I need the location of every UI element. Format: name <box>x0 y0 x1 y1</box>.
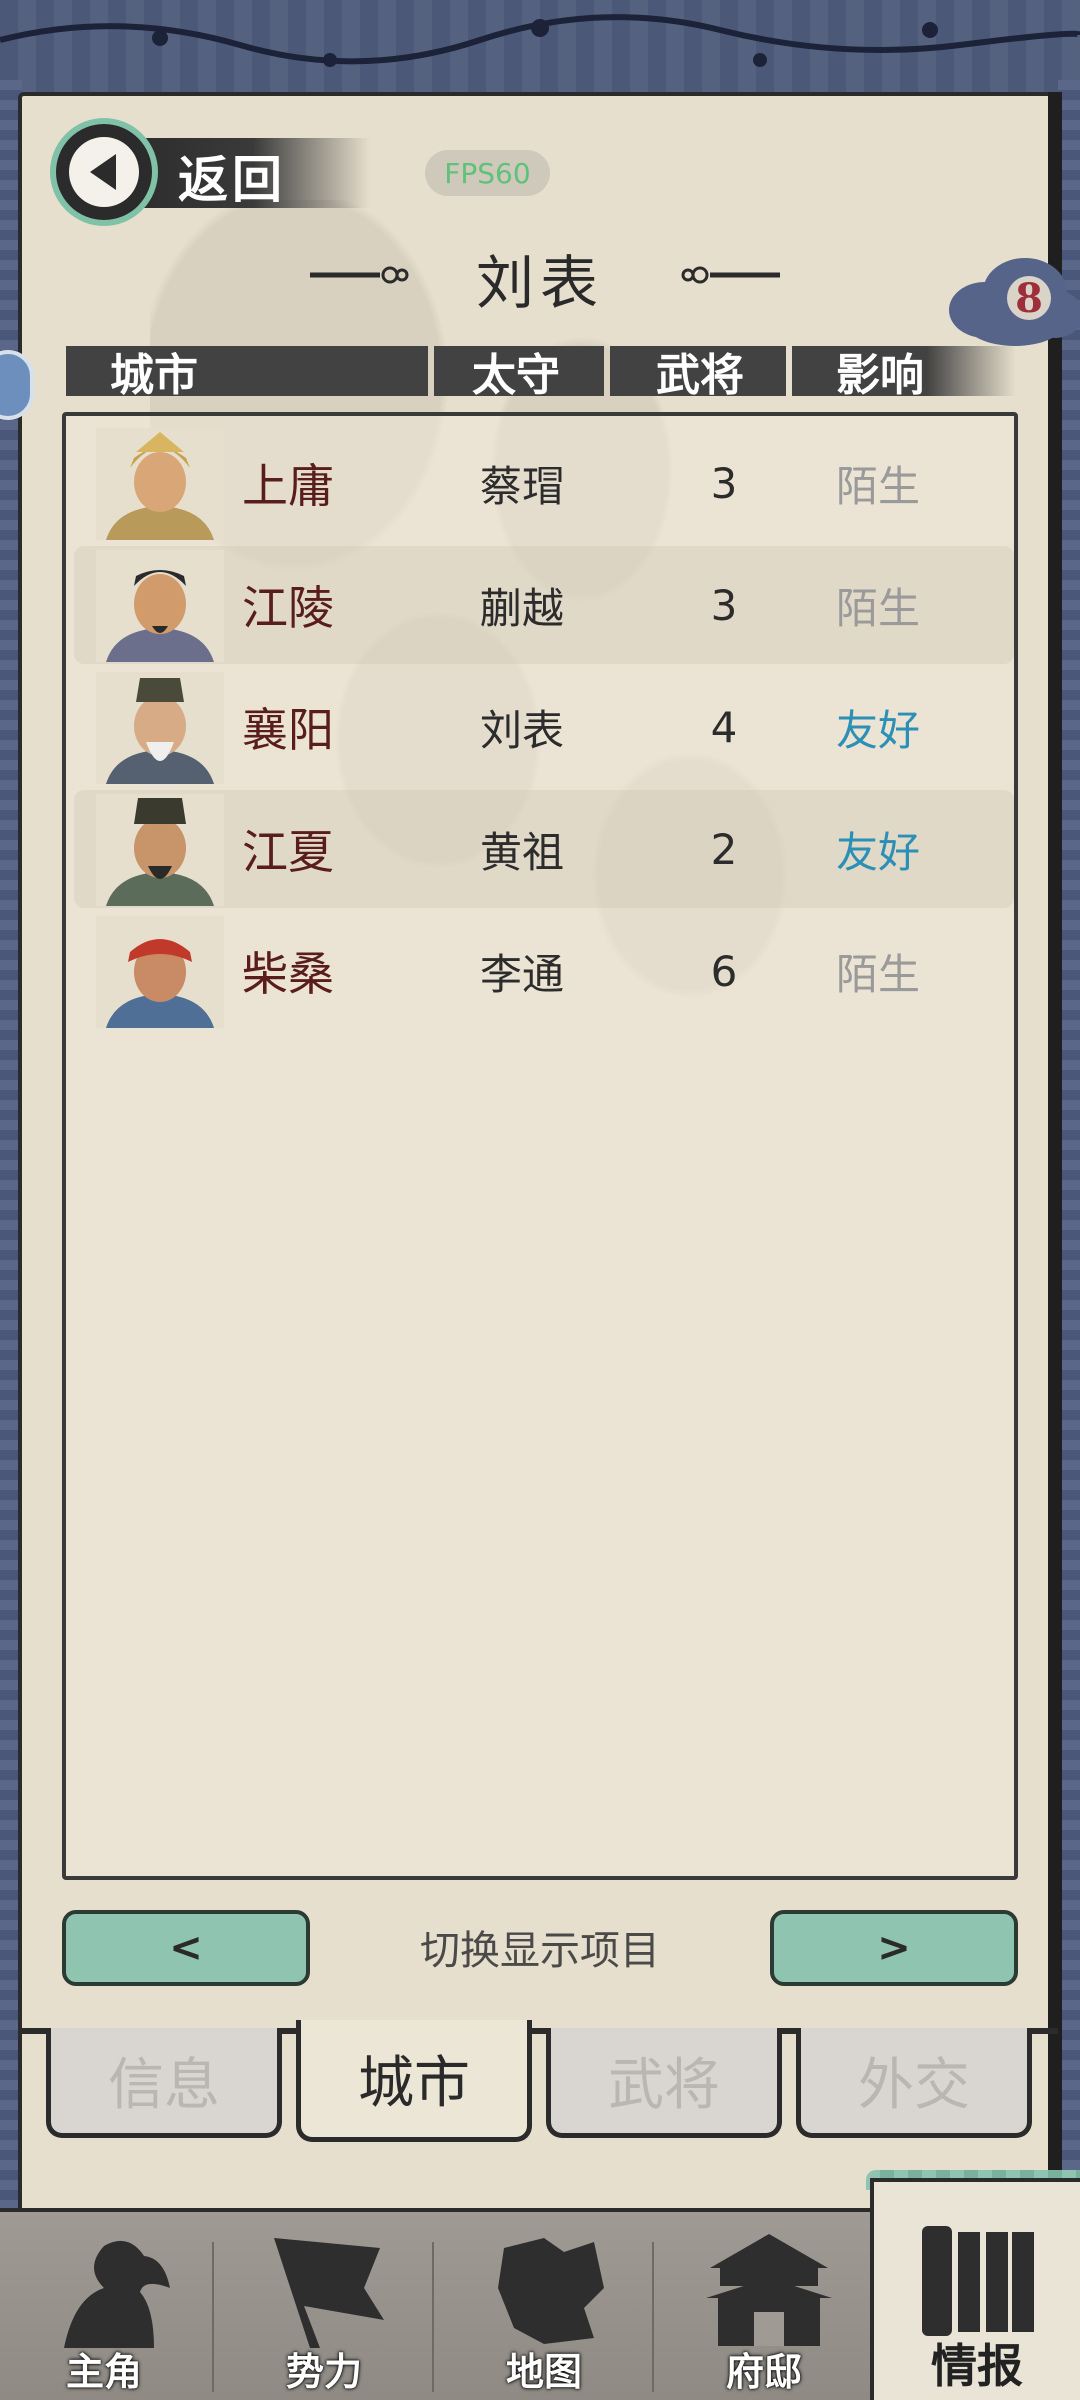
nav-separator <box>652 2242 654 2392</box>
column-header-influence: 影响 <box>836 350 924 401</box>
influence-status: 友好 <box>836 705 921 755</box>
column-header-generals: 武将 <box>656 350 744 401</box>
general-count: 6 <box>710 946 738 996</box>
flag-icon <box>274 2238 384 2348</box>
nav-hero-label: 主角 <box>65 2349 142 2394</box>
nav-mansion[interactable]: 府邸 <box>664 2212 864 2400</box>
influence-status: 陌生 <box>836 949 921 999</box>
back-circle <box>50 118 158 226</box>
prev-page-button[interactable]: < <box>62 1910 310 1986</box>
back-button[interactable]: 返回 <box>50 118 370 228</box>
nav-faction[interactable]: 势力 <box>224 2212 424 2400</box>
table-row[interactable]: 江陵 蒯越 3 陌生 <box>74 546 1014 664</box>
influence-status: 陌生 <box>836 583 921 633</box>
hero-icon <box>64 2240 170 2348</box>
governor-name: 蔡瑁 <box>480 461 565 511</box>
table-header: 城市 太守 武将 影响 <box>66 346 1016 401</box>
mansion-icon <box>706 2234 832 2346</box>
general-portrait <box>96 794 224 906</box>
influence-status: 陌生 <box>836 461 921 511</box>
notification-cloud[interactable]: 8 <box>945 252 1080 352</box>
table-row[interactable]: 上庸 蔡瑁 3 陌生 <box>74 424 1014 542</box>
nav-separator <box>432 2242 434 2392</box>
nav-intel[interactable]: 情报 <box>870 2178 1080 2400</box>
city-name: 柴桑 <box>242 947 334 1001</box>
general-portrait <box>96 916 224 1028</box>
general-portrait <box>96 550 224 662</box>
faction-title-row: 刘表 <box>300 230 780 320</box>
general-portrait <box>96 428 224 540</box>
table-row[interactable]: 柴桑 李通 6 陌生 <box>74 912 1014 1030</box>
floral-pattern <box>0 14 1080 67</box>
switch-display-label: 切换显示项目 <box>420 1928 660 1974</box>
governor-name: 蒯越 <box>480 583 565 633</box>
general-count: 3 <box>710 458 738 508</box>
city-name: 江夏 <box>242 825 334 879</box>
back-arrow-icon <box>69 137 139 207</box>
top-decorative-band <box>0 0 1080 100</box>
fps-indicator: FPS60 <box>425 150 550 196</box>
influence-status: 友好 <box>836 827 921 877</box>
nav-faction-label: 势力 <box>285 2349 362 2394</box>
column-header-city: 城市 <box>110 350 198 401</box>
nav-intel-label: 情报 <box>931 2339 1023 2393</box>
title-ornament-right <box>681 266 780 284</box>
general-portrait <box>96 672 224 784</box>
bottom-navigation: 主角 势力 地图 府邸 情报 <box>0 2178 1080 2400</box>
map-icon <box>498 2238 604 2344</box>
nav-hero[interactable]: 主角 <box>4 2212 204 2400</box>
nav-map[interactable]: 地图 <box>444 2212 644 2400</box>
column-header-governor: 太守 <box>472 350 560 401</box>
tab-info[interactable]: 信息 <box>46 2028 282 2138</box>
table-row[interactable]: 江夏 黄祖 2 友好 <box>74 790 1014 908</box>
back-label: 返回 <box>178 150 286 209</box>
nav-separator <box>212 2242 214 2392</box>
city-name: 上庸 <box>242 459 334 513</box>
general-count: 3 <box>710 580 738 630</box>
tab-diplomacy[interactable]: 外交 <box>796 2028 1032 2138</box>
governor-name: 刘表 <box>480 705 565 755</box>
governor-name: 黄祖 <box>480 827 565 877</box>
notification-count: 8 <box>1007 275 1051 322</box>
tab-city[interactable]: 城市 <box>296 2020 532 2142</box>
general-count: 2 <box>710 824 738 874</box>
panel-shadow <box>1048 92 1062 2232</box>
general-count: 4 <box>710 702 738 752</box>
governor-name: 李通 <box>480 949 565 999</box>
nav-map-label: 地图 <box>505 2349 582 2394</box>
city-name: 襄阳 <box>242 703 334 757</box>
next-page-button[interactable]: > <box>770 1910 1018 1986</box>
nav-mansion-label: 府邸 <box>725 2349 802 2394</box>
scroll-icon <box>922 2226 1034 2336</box>
table-row[interactable]: 襄阳 刘表 4 友好 <box>74 668 1014 786</box>
tab-generals[interactable]: 武将 <box>546 2028 782 2138</box>
city-list[interactable]: 上庸 蔡瑁 3 陌生 江陵 蒯越 3 陌生 襄阳 刘表 4 友好 江夏 黄祖 2… <box>62 412 1018 1880</box>
city-name: 江陵 <box>242 581 334 635</box>
